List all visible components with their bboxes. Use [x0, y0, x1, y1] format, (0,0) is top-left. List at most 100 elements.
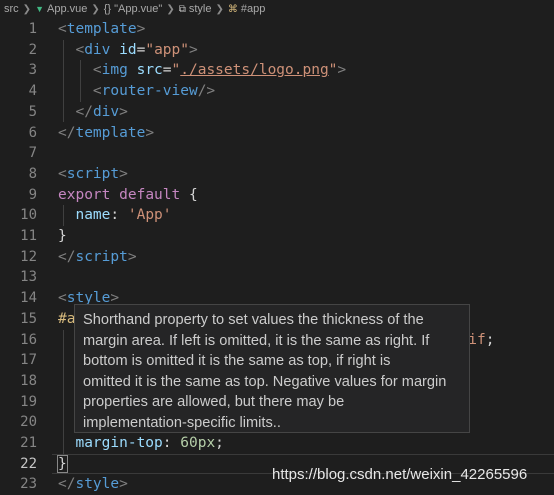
code-token: : — [162, 435, 181, 451]
line-number: 12 — [20, 248, 37, 265]
code-token: export — [58, 186, 111, 203]
line-number: 19 — [20, 393, 37, 410]
code-line[interactable]: 5 </div> — [0, 102, 554, 123]
code-text: margin-top: 60px; — [58, 433, 224, 454]
line-number: 8 — [28, 165, 37, 182]
tooltip-line: margin area. If left is omitted, it is t… — [83, 332, 430, 349]
code-token: id — [119, 41, 137, 58]
chevron-right-icon: ❯ — [22, 3, 32, 15]
code-token: > — [189, 41, 198, 58]
code-token: > — [119, 103, 128, 120]
breadcrumb-item-src[interactable]: src — [4, 3, 19, 15]
style-block-icon: ⧉ — [178, 3, 186, 15]
line-number: 21 — [20, 435, 37, 451]
code-token: < — [75, 41, 85, 58]
code-line[interactable]: 12 </script> — [0, 247, 554, 268]
code-token: > — [127, 248, 137, 265]
code-token: 'App' — [127, 207, 172, 224]
code-token: img — [101, 62, 128, 79]
code-text: <img src="./assets/logo.png"> — [58, 60, 346, 81]
code-text: <router-view/> — [58, 81, 215, 102]
line-number: 17 — [20, 352, 37, 369]
code-token: template — [66, 21, 137, 37]
code-line[interactable]: 6 </template> — [0, 123, 554, 144]
code-text: <div id="app"> — [58, 40, 198, 61]
line-number: 5 — [28, 103, 37, 120]
code-token: ; — [485, 331, 495, 348]
code-token: : — [110, 207, 128, 224]
code-text: <template> — [58, 19, 145, 40]
code-line[interactable]: 2 <div id="app"> — [0, 40, 554, 61]
code-token: " — [171, 62, 181, 79]
code-token: } — [58, 228, 67, 244]
code-line[interactable]: 8 <script> — [0, 164, 554, 185]
line-number: 11 — [20, 228, 37, 244]
code-token: 60px — [180, 435, 216, 451]
breadcrumb: src ❯ ▼ App.vue ❯ {} "App.vue" ❯ ⧉ style… — [0, 0, 554, 18]
breadcrumb-item-selector[interactable]: #app — [241, 3, 265, 15]
line-number: 15 — [20, 310, 37, 327]
tooltip-line: properties are allowed, but there may be — [83, 394, 345, 411]
code-token: ; — [215, 435, 224, 451]
code-token: script — [75, 248, 128, 265]
code-token: < — [92, 83, 102, 100]
code-token: < — [58, 165, 67, 182]
tooltip-line: Shorthand property to set values the thi… — [83, 312, 424, 328]
code-line[interactable]: 3 <img src="./assets/logo.png"> — [0, 60, 554, 81]
line-number: 7 — [28, 145, 37, 162]
line-number: 4 — [28, 83, 37, 100]
chevron-right-icon: ❯ — [91, 3, 100, 15]
code-token: > — [145, 124, 155, 141]
line-number: 13 — [20, 269, 37, 286]
code-text: </div> — [58, 102, 128, 123]
code-text: </style> — [58, 474, 128, 495]
indent-guide — [63, 39, 64, 123]
code-token: } — [57, 454, 68, 473]
breadcrumb-item-file[interactable]: App.vue — [47, 3, 87, 15]
code-token: > — [136, 21, 146, 37]
code-line[interactable]: 21 margin-top: 60px; — [0, 433, 554, 454]
code-token: > — [119, 165, 128, 182]
indent-guide — [63, 329, 64, 454]
code-token: script — [66, 165, 120, 182]
line-number: 16 — [20, 331, 37, 348]
line-number: 20 — [20, 414, 37, 431]
code-token: < — [92, 62, 102, 79]
code-line[interactable]: 4 <router-view/> — [0, 81, 554, 102]
code-text: </script> — [58, 247, 137, 268]
code-line[interactable]: 10 name: 'App' — [0, 205, 554, 226]
code-token: ./assets/logo.png — [180, 62, 329, 79]
line-number: 6 — [28, 124, 37, 141]
code-line[interactable]: 9 export default { — [0, 185, 554, 206]
code-line[interactable]: 13 — [0, 267, 554, 288]
code-token: div — [84, 41, 111, 58]
watermark-text: https://blog.csdn.net/weixin_42265596 — [272, 466, 528, 483]
code-text: } — [58, 226, 67, 247]
code-text: #a — [58, 309, 75, 330]
code-line[interactable]: 11} — [0, 226, 554, 247]
code-text: } — [57, 454, 68, 475]
code-token: < — [58, 290, 67, 307]
code-token: "app" — [145, 41, 189, 58]
code-token: > — [119, 476, 128, 493]
line-number: 14 — [20, 290, 37, 307]
breadcrumb-item-module[interactable]: {} "App.vue" — [104, 3, 163, 15]
code-text: <script> — [58, 164, 128, 185]
code-text: export default { — [58, 185, 198, 206]
code-token: { — [180, 186, 198, 203]
breadcrumb-item-style[interactable]: style — [189, 3, 212, 15]
code-line[interactable]: 7 — [0, 143, 554, 164]
code-token: </ — [58, 248, 76, 265]
code-token: style — [75, 476, 120, 493]
line-number: 2 — [28, 41, 37, 58]
indent-guide — [63, 205, 64, 226]
vue-file-icon: ▼ — [35, 4, 44, 14]
code-line[interactable]: 1 <template> — [0, 19, 554, 40]
